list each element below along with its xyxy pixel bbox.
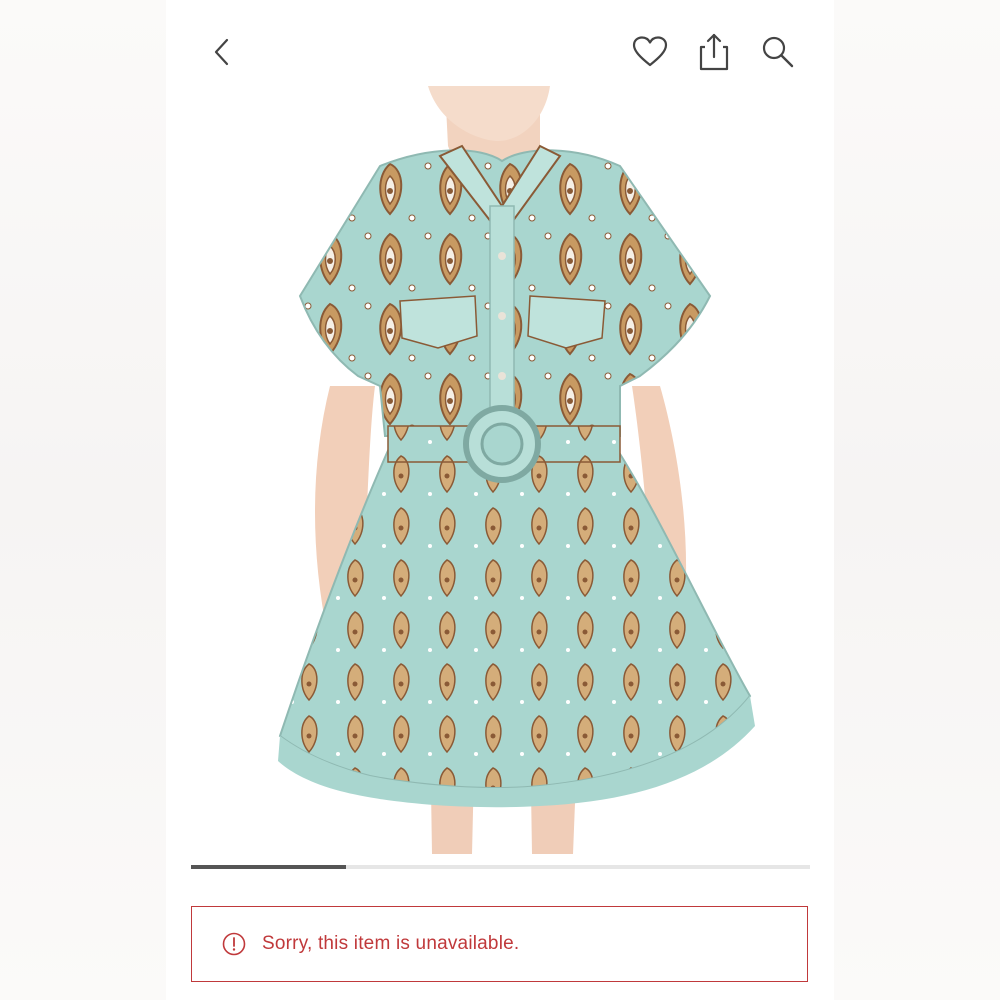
gallery-progress-fill <box>191 865 346 869</box>
heart-icon <box>632 36 668 67</box>
background-left <box>0 0 166 1000</box>
alert-circle-icon <box>222 932 246 956</box>
dress-illustration <box>278 86 755 854</box>
background-right <box>834 0 1000 1000</box>
back-button[interactable] <box>203 32 243 72</box>
search-button[interactable] <box>758 32 798 72</box>
share-icon <box>699 33 729 71</box>
wishlist-button[interactable] <box>630 32 670 72</box>
search-icon <box>762 36 794 68</box>
product-image[interactable] <box>240 86 760 854</box>
share-button[interactable] <box>694 32 734 72</box>
gallery-progress-bar[interactable] <box>191 865 810 869</box>
chevron-left-icon <box>214 38 229 66</box>
unavailable-alert: Sorry, this item is unavailable. <box>191 906 808 982</box>
alert-message: Sorry, this item is unavailable. <box>262 933 520 954</box>
